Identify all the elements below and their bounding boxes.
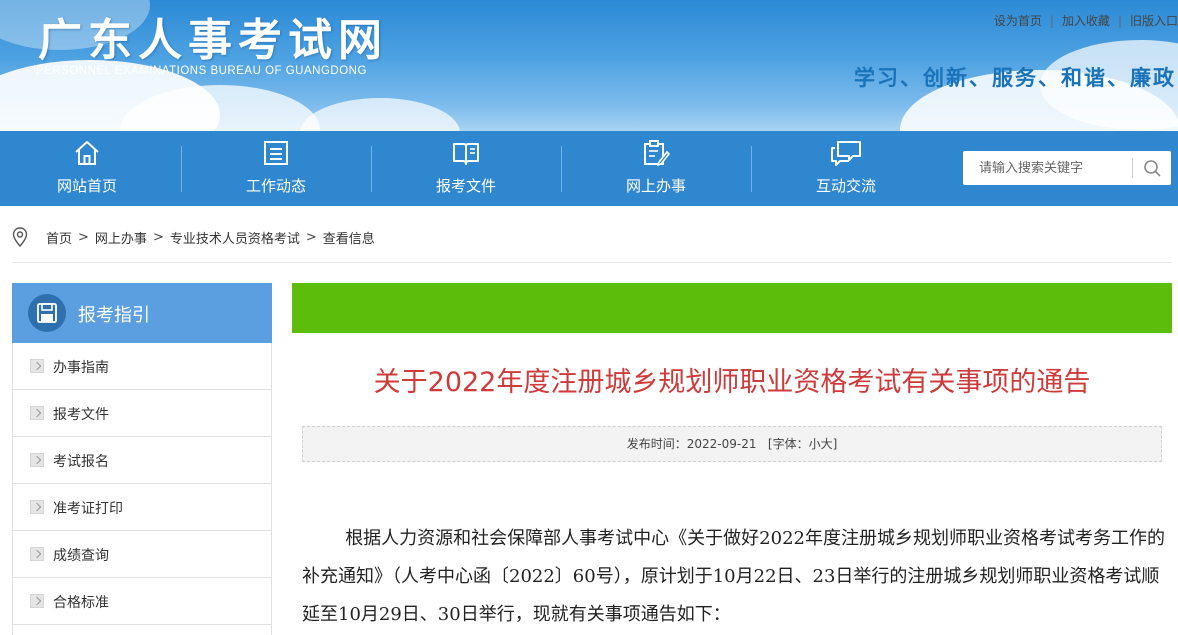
sidebar-item-admission-ticket[interactable]: 准考证打印: [13, 484, 271, 531]
nav-label: 互动交流: [815, 177, 876, 195]
breadcrumb-separator: >: [152, 229, 164, 245]
nav-label: 工作动态: [245, 177, 306, 195]
chevron-right-icon: [30, 500, 44, 514]
sidebar-title: 报考指引: [78, 305, 150, 326]
top-links: 设为首页 | 加入收藏 | 旧版入口: [994, 12, 1178, 29]
article-title: 关于2022年度注册城乡规划师职业资格考试有关事项的通告: [373, 367, 1091, 398]
sidebar-item-label: 成绩查询: [53, 548, 109, 564]
sidebar-item-label: 报考文件: [53, 407, 109, 423]
chevron-right-icon: [30, 359, 44, 373]
nav-label: 网站首页: [56, 177, 117, 195]
sidebar-item-label: 合格标准: [53, 595, 109, 611]
site-title: 广东人事考试网: [38, 15, 388, 66]
nav-item-exam-documents[interactable]: 报考文件: [371, 131, 561, 206]
sidebar-item-label: 准考证打印: [53, 501, 123, 517]
search-input[interactable]: [963, 151, 1131, 185]
chevron-right-icon: [30, 406, 44, 420]
sidebar-item-exam-documents[interactable]: 报考文件: [13, 390, 271, 437]
sidebar-menu: 办事指南 报考文件 考试报名 准考证打印 成绩查询 合格标准: [12, 343, 272, 635]
article-paragraph: 根据人力资源和社会保障部人事考试中心《关于做好2022年度注册城乡规划师职业资格…: [302, 528, 1165, 625]
site-slogan: 学习、创新、服务、和谐、廉政: [854, 66, 1176, 90]
open-book-icon: [453, 143, 479, 165]
chevron-right-icon: [30, 594, 44, 608]
link-separator: |: [1117, 14, 1122, 28]
cloud-decoration: [300, 98, 460, 131]
sidebar-header: 报考指引: [12, 283, 272, 343]
font-size-switch[interactable]: [字体：小大]: [768, 437, 837, 451]
nav-label: 网上办事: [625, 177, 686, 195]
nav-item-work-news[interactable]: 工作动态: [181, 131, 371, 206]
sidebar-item-label: 考试报名: [53, 454, 109, 470]
publish-label: 发布时间：: [626, 437, 687, 451]
search-button[interactable]: [1137, 155, 1167, 181]
floppy-disk-icon: [37, 303, 57, 323]
breadcrumb-online-services[interactable]: 网上办事: [95, 228, 147, 247]
content-header-bar: [292, 283, 1172, 333]
search-divider: [1132, 158, 1133, 178]
link-separator: |: [1049, 14, 1054, 28]
home-icon: [75, 141, 99, 165]
breadcrumb-divider: [12, 262, 1172, 263]
site-subtitle: PERSONNEL EXAMINATIONS BUREAU OF GUANGDO…: [36, 65, 367, 77]
chat-bubbles-icon: [831, 141, 861, 166]
article-body: 根据人力资源和社会保障部人事考试中心《关于做好2022年度注册城乡规划师职业资格…: [302, 520, 1172, 634]
news-list-icon: [264, 141, 288, 165]
sidebar-item-score-query[interactable]: 成绩查询: [13, 531, 271, 578]
breadcrumb-separator: >: [305, 229, 317, 245]
add-favorite-link[interactable]: 加入收藏: [1062, 14, 1110, 28]
breadcrumb: 首页 > 网上办事 > 专业技术人员资格考试 > 查看信息: [12, 222, 375, 252]
search-box: [963, 151, 1171, 185]
nav-item-interaction[interactable]: 互动交流: [751, 131, 941, 206]
clipboard-edit-icon: [644, 140, 670, 167]
chevron-right-icon: [30, 547, 44, 561]
article-meta: 发布时间：2022-09-21 [字体：小大]: [302, 426, 1162, 462]
sidebar-item-label: 办事指南: [53, 360, 109, 376]
breadcrumb-current: 查看信息: [322, 231, 375, 247]
breadcrumb-home[interactable]: 首页: [46, 228, 72, 247]
publish-date: 2022-09-21: [686, 437, 757, 451]
sidebar-item-exam-registration[interactable]: 考试报名: [13, 437, 271, 484]
sidebar-header-badge: [28, 294, 66, 332]
nav-item-home[interactable]: 网站首页: [0, 131, 182, 206]
sidebar-item-service-guide[interactable]: 办事指南: [13, 343, 271, 390]
location-pin-icon: [12, 227, 28, 247]
chevron-right-icon: [30, 453, 44, 467]
old-version-link[interactable]: 旧版入口: [1130, 14, 1178, 28]
sidebar-item-pass-standard[interactable]: 合格标准: [13, 578, 271, 625]
breadcrumb-separator: >: [78, 229, 89, 245]
nav-label: 报考文件: [435, 177, 496, 195]
nav-item-online-services[interactable]: 网上办事: [561, 131, 751, 206]
set-homepage-link[interactable]: 设为首页: [994, 14, 1042, 28]
breadcrumb-professional-exam[interactable]: 专业技术人员资格考试: [170, 228, 300, 247]
site-banner: 广东人事考试网 PERSONNEL EXAMINATIONS BUREAU OF…: [0, 0, 1178, 131]
search-icon: [1144, 160, 1161, 177]
